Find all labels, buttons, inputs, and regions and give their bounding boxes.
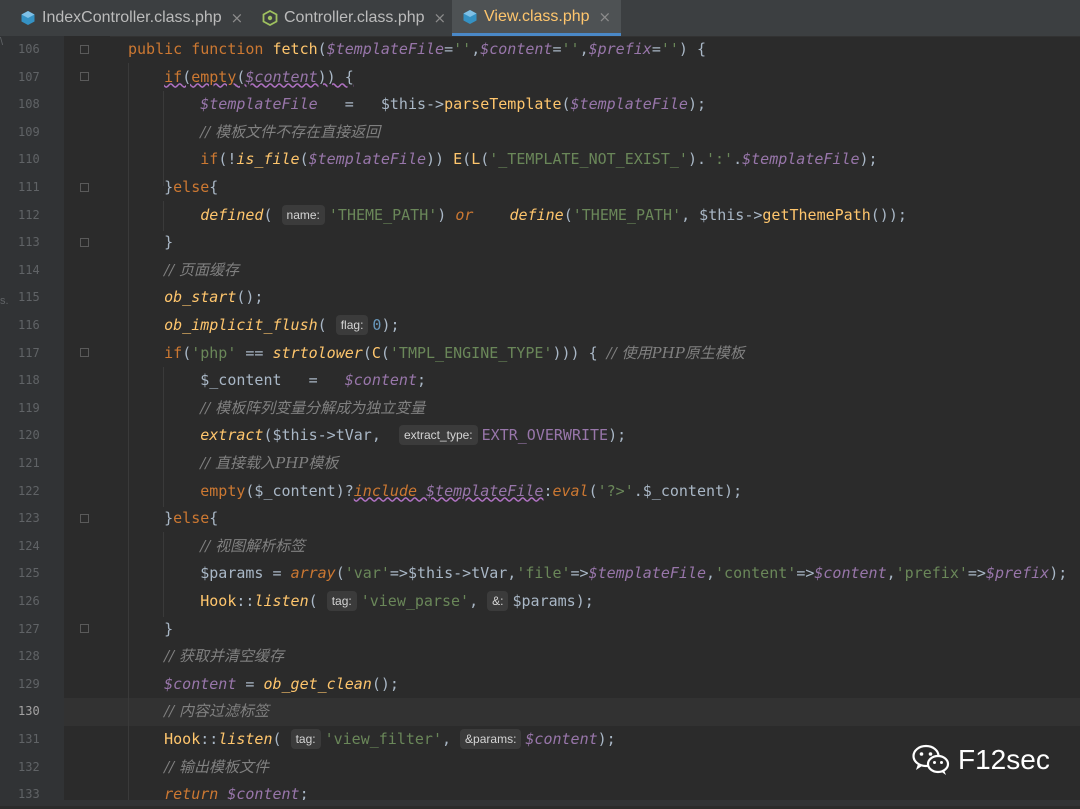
code-comment: // 页面缓存 — [164, 260, 240, 279]
code-line: // 页面缓存 — [128, 257, 239, 285]
param-hint: flag: — [335, 315, 369, 335]
line-number: 118 — [18, 373, 40, 388]
fold-marker-icon[interactable] — [80, 72, 89, 81]
line-number: 125 — [18, 566, 40, 581]
code-line: ob_start(); — [164, 288, 264, 307]
code-line: public function fetch($templateFile='',$… — [128, 40, 706, 58]
code-comment: // 模板文件不存在直接返回 — [200, 122, 381, 141]
code-line: $content = ob_get_clean(); — [164, 674, 399, 693]
tab-label: IndexController.class.php — [42, 9, 222, 26]
code-line: } — [128, 233, 174, 252]
line-number: 114 — [18, 262, 40, 277]
code-comment: // 获取并清空缓存 — [164, 647, 285, 666]
tab-indexcontroller[interactable]: IndexController.class.php × — [20, 0, 243, 36]
param-hint: tag: — [326, 591, 357, 611]
horizontal-scrollbar[interactable] — [0, 800, 1080, 806]
line-number: 107 — [18, 69, 40, 84]
line-number: 122 — [18, 483, 40, 498]
code-comment: // 直接载入PHP模板 — [200, 454, 339, 472]
code-line: if(empty($content)) { — [164, 67, 354, 86]
line-number: 131 — [18, 732, 40, 746]
editor-tab-bar: IndexController.class.php × Controller.c… — [0, 0, 1080, 37]
line-number-current: 130 — [18, 704, 40, 719]
code-line: if('php' == strtolower(C('TMPL_ENGINE_TY… — [164, 343, 745, 362]
close-icon[interactable]: × — [231, 9, 244, 27]
fold-marker-icon[interactable] — [80, 238, 89, 247]
code-comment: // 视图解析标签 — [200, 536, 306, 555]
line-number: 124 — [18, 538, 40, 553]
line-number: 116 — [18, 318, 40, 332]
line-number: 127 — [18, 621, 40, 636]
code-line: // 直接载入PHP模板 — [128, 450, 338, 478]
code-line: } — [128, 619, 174, 638]
line-number: 119 — [18, 400, 40, 415]
code-line: // 获取并清空缓存 — [128, 643, 284, 671]
fold-marker-icon[interactable] — [80, 45, 89, 54]
line-number: 113 — [18, 235, 40, 250]
line-number: 128 — [18, 649, 40, 664]
code-line: // 模板阵列变量分解成为独立变量 — [128, 395, 425, 423]
fold-marker-icon[interactable] — [80, 624, 89, 633]
code-comment: // 输出模板文件 — [164, 757, 270, 776]
code-comment: // 模板阵列变量分解成为独立变量 — [200, 398, 426, 417]
fold-marker-icon[interactable] — [80, 183, 89, 192]
line-number: 109 — [18, 124, 40, 139]
line-number: 121 — [18, 456, 40, 470]
line-number: 120 — [18, 428, 40, 443]
watermark-text: F12sec — [958, 744, 1050, 775]
code-line: $params = array('var'=>$this->tVar,'file… — [128, 564, 1068, 583]
param-hint: name: — [281, 204, 325, 225]
close-icon[interactable]: × — [434, 9, 447, 27]
code-comment: // 内容过滤标签 — [164, 702, 270, 721]
close-icon[interactable]: × — [599, 8, 612, 26]
line-number: 106 — [18, 42, 40, 56]
code-line: ob_implicit_flush( flag: 0); — [164, 315, 400, 335]
code-line: extract($this->tVar, extract_type: EXTR_O… — [200, 425, 627, 446]
code-line: Hook::listen( tag:'view_parse', &: $param… — [200, 591, 594, 611]
line-number: 123 — [18, 511, 40, 526]
line-number: 108 — [18, 97, 40, 112]
code-line: empty($_content)?include $templateFile:e… — [200, 481, 743, 500]
code-line-current: // 内容过滤标签 — [128, 698, 269, 726]
line-number: 117 — [18, 345, 40, 360]
fold-marker-icon[interactable] — [80, 514, 89, 523]
param-hint: &: — [487, 591, 509, 611]
code-line: // 模板文件不存在直接返回 — [128, 119, 380, 147]
watermark: F12sec — [912, 740, 1050, 780]
line-number: 126 — [18, 594, 40, 608]
param-hint: &params: — [460, 729, 522, 749]
tab-controller[interactable]: Controller.class.php × — [262, 0, 446, 36]
code-line: }else{ — [128, 509, 219, 528]
code-line: $_content = $content; — [128, 371, 427, 390]
line-number: 111 — [18, 180, 40, 194]
code-line: // 视图解析标签 — [128, 533, 305, 561]
code-line: defined( name: 'THEME_PATH') or define('T… — [200, 204, 907, 225]
code-line: Hook::listen( tag:'view_filter', &params… — [164, 729, 616, 749]
code-comment: // 使用PHP原生模板 — [606, 343, 745, 362]
tab-label: Controller.class.php — [284, 9, 425, 26]
php-class-icon — [463, 9, 477, 24]
tab-label: View.class.php — [484, 7, 590, 25]
php-class-icon — [262, 10, 278, 26]
line-number: 110 — [18, 152, 40, 167]
tab-view[interactable]: View.class.php × — [452, 0, 622, 36]
param-hint: tag: — [290, 729, 321, 749]
line-number: 115 — [18, 290, 40, 305]
php-class-icon — [21, 11, 35, 25]
line-number: 129 — [18, 676, 40, 691]
code-line: if(!is_file($templateFile)) E(L('_TEMPLA… — [200, 150, 878, 169]
wechat-icon — [912, 744, 950, 775]
fold-marker-icon[interactable] — [80, 348, 89, 357]
param-hint: extract_type: — [398, 425, 478, 446]
line-number: 132 — [18, 759, 40, 774]
code-line: $templateFile = $this->parseTemplate($te… — [200, 95, 706, 114]
line-number: 112 — [18, 207, 40, 222]
code-line: // 输出模板文件 — [128, 754, 269, 782]
code-line: }else{ — [128, 178, 219, 196]
